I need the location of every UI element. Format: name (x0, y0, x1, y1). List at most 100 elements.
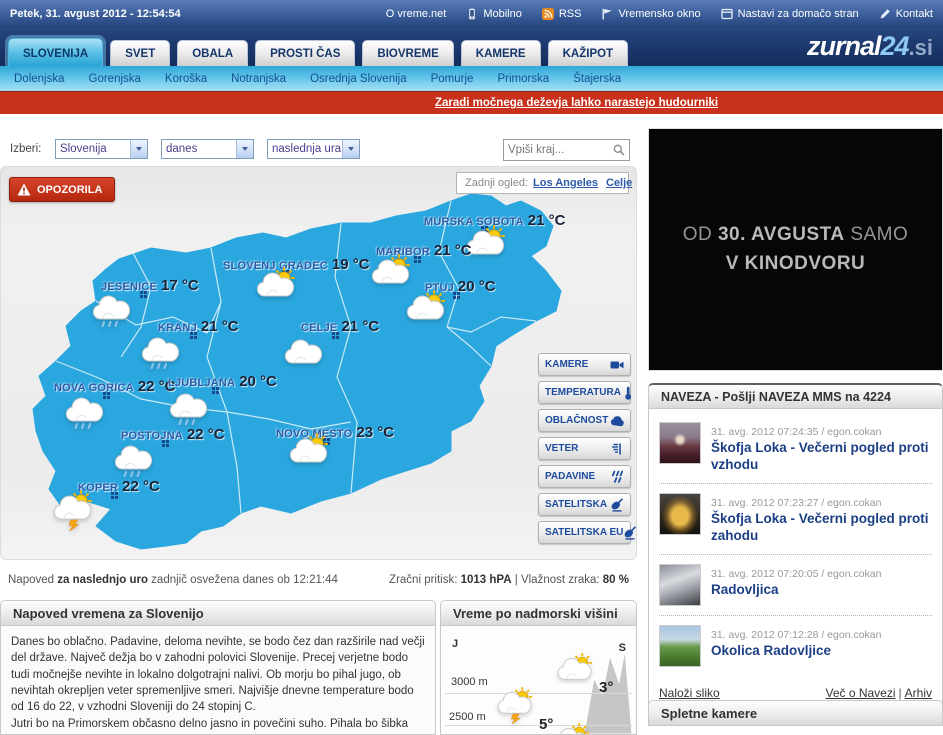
last-viewed-link[interactable]: Los Angeles (533, 177, 598, 189)
satellite-icon (623, 526, 637, 540)
map-pin-icon (332, 332, 335, 335)
nav-tab[interactable]: SVET (110, 40, 170, 66)
filter-label: Izberi: (10, 143, 41, 155)
nav-tab[interactable]: SLOVENIJA (8, 38, 103, 66)
city-marker[interactable]: KRANJ 21 °C (158, 318, 239, 335)
nav-tab[interactable]: KAŽIPOT (548, 40, 628, 66)
city-marker[interactable]: MURSKA SOBOTA 21 °C (424, 212, 565, 229)
rss-icon (542, 8, 554, 20)
nav-tab[interactable]: PROSTI ČAS (255, 40, 355, 66)
naveza-item-link[interactable]: Škofja Loka - Večerni pogled proti zahod… (711, 511, 932, 545)
filter-select[interactable]: danes (161, 139, 254, 159)
altitude-temp: 3° (599, 679, 613, 696)
datetime-label: Petek, 31. avgust 2012 - 12:54:54 (10, 8, 181, 20)
topbar-link[interactable]: Mobilno (466, 8, 522, 20)
map-layer-button[interactable]: OBLAČNOST (538, 409, 631, 432)
city-marker[interactable]: MARIBOR 21 °C (376, 242, 472, 259)
city-temperature: 20 °C (458, 278, 496, 295)
naveza-item: 31. avg. 2012 07:24:35 / egon.cokan Škof… (659, 413, 932, 484)
alert-link[interactable]: Zaradi močnega deževja lahko narastejo h… (435, 97, 718, 109)
map-layer-button[interactable]: PADAVINE (538, 465, 631, 488)
map-pin-icon (453, 292, 456, 295)
map-layer-button[interactable]: VETER (538, 437, 631, 460)
map-layer-button[interactable]: TEMPERATURA (538, 381, 631, 404)
topbar-link[interactable]: Nastavi za domačo stran (721, 8, 859, 20)
chevron-down-icon[interactable] (130, 140, 147, 158)
filter-select[interactable]: Slovenija (55, 139, 148, 159)
topbar-link[interactable]: RSS (542, 8, 582, 20)
topbar-links: O vreme.net Mobilno RSS Vremensko okno N… (369, 8, 933, 20)
map-pin-icon (190, 332, 193, 335)
map-pin-icon (162, 440, 165, 443)
topbar-link[interactable]: Kontakt (879, 8, 933, 20)
region-link[interactable]: Pomurje (431, 73, 474, 85)
region-link[interactable]: Notranjska (231, 73, 286, 85)
search-box (503, 139, 630, 161)
last-viewed-box: Zadnji ogled: Los Angeles Celje (456, 172, 629, 194)
city-marker[interactable]: POSTOJNA 22 °C (121, 426, 225, 443)
naveza-date: 31. avg. 2012 07:24:35 / egon.cokan (711, 426, 881, 438)
naveza-thumbnail[interactable] (659, 625, 701, 667)
chevron-down-icon[interactable] (236, 140, 253, 158)
city-marker[interactable]: NOVO MESTO 23 °C (276, 424, 394, 441)
upload-photo-link[interactable]: Naloži sliko (659, 686, 720, 700)
city-temperature: 17 °C (161, 277, 199, 294)
region-link[interactable]: Primorska (497, 73, 549, 85)
status-row: Napoved za naslednjo uro zadnjič osvežen… (0, 566, 637, 596)
weather-icon (62, 391, 108, 433)
city-marker[interactable]: CELJE 21 °C (301, 318, 379, 335)
region-link[interactable]: Gorenjska (89, 73, 141, 85)
naveza-date: 31. avg. 2012 07:12:28 / egon.cokan (711, 629, 881, 641)
naveza-thumbnail[interactable] (659, 564, 701, 606)
refresh-status: Napoved za naslednjo uro zadnjič osvežen… (8, 574, 338, 586)
topbar-link[interactable]: Vremensko okno (601, 8, 700, 20)
phone-icon (466, 8, 478, 20)
topbar-link[interactable]: O vreme.net (369, 8, 447, 20)
weather-icon (551, 722, 593, 735)
nav-tab[interactable]: BIOVREME (362, 40, 453, 66)
nav-tab[interactable]: OBALA (177, 40, 248, 66)
ad-banner[interactable]: OD 30. AVGUSTA SAMO V KINODVORU (648, 128, 943, 371)
nav-tab[interactable]: KAMERE (461, 40, 541, 66)
cloud-icon (610, 414, 624, 428)
naveza-thumbnail[interactable] (659, 493, 701, 535)
more-naveza-link[interactable]: Več o Navezi (825, 686, 895, 700)
map-layer-button[interactable]: SATELITSKA (538, 493, 631, 516)
region-link[interactable]: Dolenjska (14, 73, 65, 85)
last-viewed-label: Zadnji ogled: (465, 177, 528, 189)
region-link[interactable]: Osrednja Slovenija (310, 73, 407, 85)
city-marker[interactable]: SLOVENJ GRADEC 19 °C (223, 256, 370, 273)
naveza-item: 31. avg. 2012 07:23:27 / egon.cokan Škof… (659, 484, 932, 555)
naveza-item-link[interactable]: Okolica Radovljice (711, 643, 881, 660)
city-marker[interactable]: NOVA GORICA 22 °C (54, 378, 176, 395)
logo[interactable]: zurnal24.si (807, 31, 933, 62)
region-link[interactable]: Štajerska (573, 73, 621, 85)
city-marker[interactable]: LJUBLJANA 20 °C (168, 373, 277, 390)
webcams-title: Spletne kamere (648, 700, 943, 726)
warnings-button[interactable]: OPOZORILA (9, 177, 115, 202)
filter-select[interactable]: naslednja ura (267, 139, 360, 159)
naveza-item-link[interactable]: Radovljica (711, 582, 881, 599)
main-nav: SLOVENIJA SVET OBALA PROSTI ČAS BIOVREME… (0, 28, 943, 66)
filter-selects: Slovenija danes naslednja ura (55, 139, 360, 159)
city-marker[interactable]: PTUJ 20 °C (425, 278, 496, 295)
altitude-label: 3000 m (451, 676, 488, 688)
naveza-item-link[interactable]: Škofja Loka - Večerni pogled proti vzhod… (711, 440, 932, 474)
flag-icon (601, 8, 613, 20)
camera-icon (610, 358, 624, 372)
map-layer-button[interactable]: KAMERE (538, 353, 631, 376)
search-icon[interactable] (613, 144, 625, 156)
archive-link[interactable]: Arhiv (905, 686, 932, 700)
city-marker[interactable]: KOPER 22 °C (78, 478, 160, 495)
city-marker[interactable]: JESENICE 17 °C (101, 277, 199, 294)
region-nav: Dolenjska Gorenjska Koroška Notranjska O… (0, 66, 943, 91)
naveza-title: NAVEZA - Pošlji NAVEZA MMS na 4224 (648, 383, 943, 409)
satellite-icon (610, 498, 624, 512)
region-link[interactable]: Koroška (165, 73, 207, 85)
last-viewed-link[interactable]: Celje (606, 177, 632, 189)
search-input[interactable] (508, 144, 613, 156)
map-layer-button[interactable]: SATELITSKA EU (538, 521, 631, 544)
chevron-down-icon[interactable] (342, 140, 359, 158)
forecast-panel: Napoved vremena za Slovenijo Danes bo ob… (0, 600, 436, 735)
naveza-thumbnail[interactable] (659, 422, 701, 464)
